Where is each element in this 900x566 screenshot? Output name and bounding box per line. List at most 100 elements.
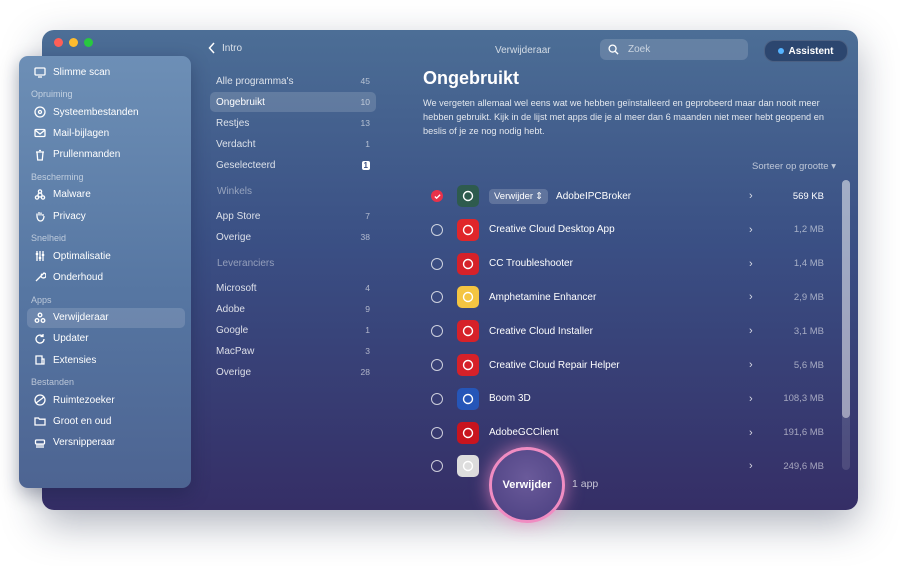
chevron-down-icon: ▾ xyxy=(831,161,836,172)
category-item-alle-programma-s[interactable]: Alle programma's 45 xyxy=(210,71,376,91)
category-count: 3 xyxy=(365,346,370,356)
sidebar-item-optimalisatie[interactable]: Optimalisatie xyxy=(27,246,185,266)
sort-label: Sorteer op grootte xyxy=(752,161,829,172)
sidebar-item-updater[interactable]: Updater xyxy=(27,329,185,349)
app-name-cell: Verwijder ⇕ AdobeIPCBroker xyxy=(489,188,749,204)
assistant-button[interactable]: Assistent xyxy=(764,40,848,62)
category-header: Leveranciers xyxy=(217,258,275,269)
app-checkbox[interactable] xyxy=(431,223,443,236)
app-checkbox[interactable] xyxy=(431,460,443,473)
category-item-geselecteerd[interactable]: Geselecteerd 1 xyxy=(210,155,376,175)
category-item-verdacht[interactable]: Verdacht 1 xyxy=(210,134,376,154)
category-label: Ongebruikt xyxy=(216,96,265,108)
app-row[interactable]: CC Troubleshooter › 1,4 MB xyxy=(425,249,835,279)
package-icon xyxy=(457,455,479,478)
zoom-window-button[interactable] xyxy=(84,38,93,47)
chevron-right-icon[interactable]: › xyxy=(749,190,769,202)
chevron-right-icon[interactable]: › xyxy=(749,393,769,405)
app-checkbox[interactable] xyxy=(431,359,443,371)
sidebar-item-extensies[interactable]: Extensies xyxy=(27,350,185,370)
selected-count: 1 app xyxy=(572,478,599,490)
minimize-window-button[interactable] xyxy=(69,38,78,47)
app-size: 3,1 MB xyxy=(793,325,824,337)
category-count: 7 xyxy=(365,211,370,221)
monitor-icon xyxy=(27,66,53,78)
app-name: AdobeIPCBroker xyxy=(556,190,632,202)
inline-remove-dropdown[interactable]: Verwijder ⇕ xyxy=(489,188,549,204)
app-name-cell: Creative Cloud Repair Helper xyxy=(489,360,749,371)
app-size: 108,3 MB xyxy=(783,393,824,405)
category-item-overige[interactable]: Overige 28 xyxy=(210,362,376,382)
sidebar-section-opruiming: Opruiming xyxy=(31,89,73,100)
category-item-macpaw[interactable]: MacPaw 3 xyxy=(210,341,376,361)
sidebar-item-systeembestanden[interactable]: Systeembestanden xyxy=(27,102,185,122)
back-button[interactable]: Intro xyxy=(208,42,242,54)
close-window-button[interactable] xyxy=(54,38,63,47)
amphetamine-icon xyxy=(457,286,479,309)
category-item-restjes[interactable]: Restjes 13 xyxy=(210,113,376,133)
chevron-right-icon[interactable]: › xyxy=(749,325,769,337)
chevron-right-icon[interactable]: › xyxy=(749,291,769,303)
updown-icon: ⇕ xyxy=(535,190,544,202)
app-checkbox[interactable] xyxy=(431,392,443,405)
chevron-right-icon[interactable]: › xyxy=(749,460,769,472)
chevron-right-icon[interactable]: › xyxy=(749,359,769,371)
category-item-microsoft[interactable]: Microsoft 4 xyxy=(210,278,376,298)
page-title: Ongebruikt xyxy=(423,68,520,88)
scrollbar[interactable] xyxy=(842,180,850,470)
app-row[interactable]: Creative Cloud Repair Helper › 5,6 MB xyxy=(425,350,835,380)
sidebar-item-versnipperaar[interactable]: Versnipperaar xyxy=(27,433,185,453)
app-row[interactable]: Verwijder ⇕ AdobeIPCBroker › 569 KB xyxy=(425,181,835,211)
app-row[interactable]: Boom 3D › 108,3 MB xyxy=(425,384,835,414)
app-row[interactable]: Creative Cloud Installer › 3,1 MB xyxy=(425,316,835,346)
category-item-google[interactable]: Google 1 xyxy=(210,320,376,340)
category-item-ongebruikt[interactable]: Ongebruikt 10 xyxy=(210,92,376,112)
chevron-right-icon[interactable]: › xyxy=(749,224,769,236)
chevron-right-icon[interactable]: › xyxy=(749,427,769,439)
sidebar-item-onderhoud[interactable]: Onderhoud xyxy=(27,267,185,287)
sidebar-item-slimme-scan[interactable]: Slimme scan xyxy=(27,62,185,82)
sidebar-item-malware[interactable]: Malware xyxy=(27,185,185,205)
app-row[interactable]: Amphetamine Enhancer › 2,9 MB xyxy=(425,282,835,312)
sidebar-item-verwijderaar[interactable]: Verwijderaar xyxy=(27,307,185,328)
category-count: 1 xyxy=(365,139,370,149)
app-checkbox[interactable] xyxy=(431,426,443,439)
category-count: 9 xyxy=(365,304,370,314)
search-box[interactable] xyxy=(600,39,748,60)
app-size: 1,2 MB xyxy=(793,224,824,236)
sidebar-item-ruimtezoeker[interactable]: Ruimtezoeker xyxy=(27,390,185,410)
app-row[interactable]: AdobeGCClient › 191,6 MB xyxy=(425,418,835,448)
remove-button[interactable]: Verwijder xyxy=(489,447,565,523)
app-checkbox[interactable] xyxy=(431,257,443,270)
app-checkbox[interactable] xyxy=(431,291,443,304)
category-label: Restjes xyxy=(216,117,250,129)
update-icon xyxy=(27,333,53,345)
cc-troubleshooter-icon xyxy=(457,252,479,275)
chevron-right-icon[interactable]: › xyxy=(749,258,769,270)
search-input[interactable] xyxy=(626,43,740,56)
creative-cloud-icon xyxy=(457,218,479,241)
category-label: Geselecteerd xyxy=(216,159,276,171)
app-size: 5,6 MB xyxy=(793,359,824,371)
app-checkbox[interactable] xyxy=(431,190,443,202)
app-checkbox[interactable] xyxy=(431,325,443,338)
app-row[interactable]: › 249,6 MB xyxy=(425,451,835,481)
category-item-overige[interactable]: Overige 38 xyxy=(210,227,376,247)
shredder-icon xyxy=(27,437,53,449)
assistant-dot-icon xyxy=(778,48,785,54)
sidebar-item-prullenmanden[interactable]: Prullenmanden xyxy=(27,145,185,165)
window-title: Verwijderaar xyxy=(495,45,551,56)
app-row[interactable]: Creative Cloud Desktop App › 1,2 MB xyxy=(425,215,835,245)
category-item-app-store[interactable]: App Store 7 xyxy=(210,206,376,226)
sidebar-item-privacy[interactable]: Privacy xyxy=(27,206,185,226)
category-label: Google xyxy=(216,324,249,336)
sidebar-item-label: Extensies xyxy=(53,354,97,366)
sidebar-item-groot-en-oud[interactable]: Groot en oud xyxy=(27,411,185,431)
scrollbar-thumb[interactable] xyxy=(842,180,850,418)
app-size: 1,4 MB xyxy=(793,258,824,270)
sidebar-item-mail-bijlagen[interactable]: Mail-bijlagen xyxy=(27,123,185,143)
app-name: Creative Cloud Desktop App xyxy=(489,224,615,236)
category-item-adobe[interactable]: Adobe 9 xyxy=(210,299,376,319)
app-size: 191,6 MB xyxy=(783,427,824,439)
sort-dropdown[interactable]: Sorteer op grootte ▾ xyxy=(752,161,836,172)
